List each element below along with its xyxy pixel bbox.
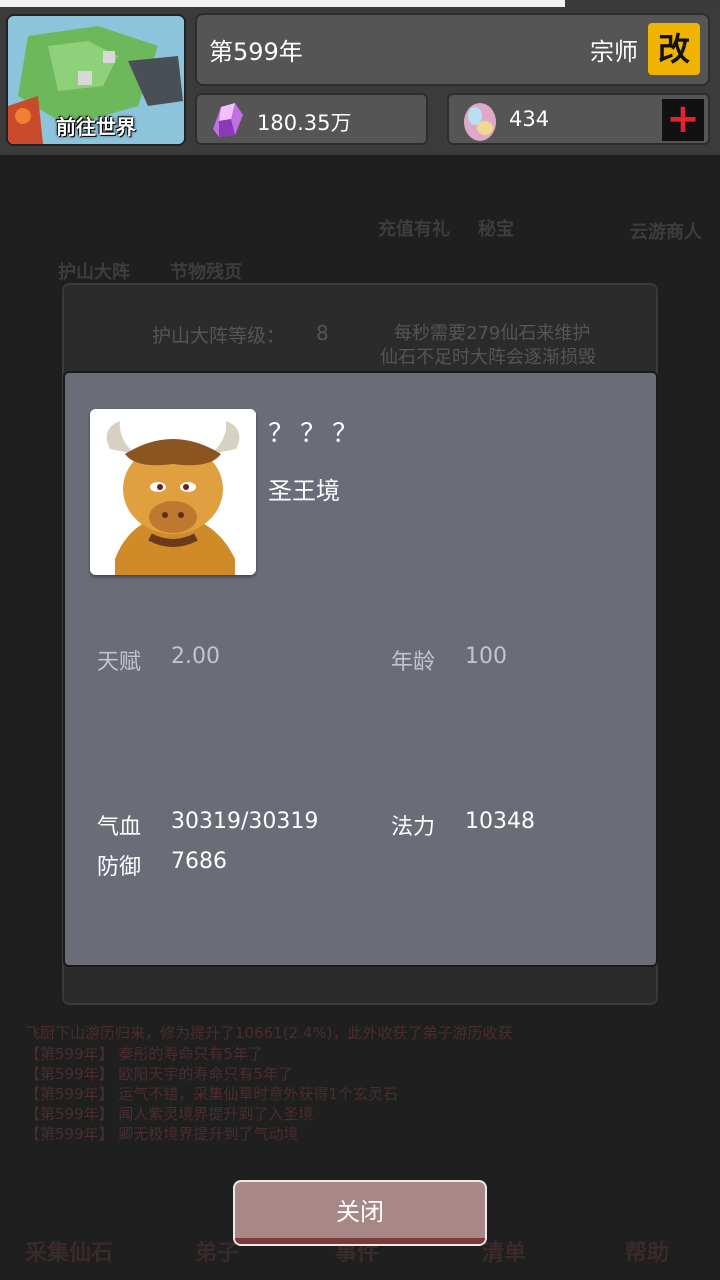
close-button-label: 关闭 — [336, 1198, 384, 1226]
character-info-dialog: ？？？ 圣王境 天赋 2.00 年龄 100 气血 30319/30319 法力… — [63, 371, 658, 967]
year-text: 第599年 — [209, 38, 303, 66]
close-button-shade — [235, 1238, 485, 1244]
bg-formation-level-value: 8 — [316, 321, 329, 345]
year-bar: 第599年 宗师 改 — [195, 13, 710, 86]
hp-label: 气血 — [97, 815, 142, 840]
close-button[interactable]: 关闭 — [233, 1180, 487, 1246]
go-to-world-button[interactable]: 前往世界 — [6, 14, 186, 146]
crystal-icon — [213, 103, 243, 137]
mana-label: 法力 — [391, 815, 436, 840]
go-to-world-label: 前往世界 — [56, 115, 136, 139]
bg-log-line: 【第599年】 卿无极境界提升到了气动境 — [25, 1125, 299, 1143]
bg-log-line: 【第599年】 闻人紫灵境界提升到了入圣境 — [25, 1105, 314, 1123]
talent-value: 2.00 — [171, 644, 220, 669]
bg-log-line: 飞厨下山游历归来，修为提升了10661(2.4%)，此外收获了弟子游历收获 — [25, 1024, 513, 1042]
status-strip-fill — [0, 0, 565, 7]
bg-log-line: 【第599年】 欧阳天宇的寿命只有5年了 — [25, 1065, 293, 1083]
sect-rank: 宗师 — [590, 38, 638, 66]
rename-button[interactable]: 改 — [648, 23, 700, 75]
character-portrait — [90, 409, 256, 575]
gem-counter: 434 + — [447, 93, 710, 145]
defense-label: 防御 — [97, 855, 142, 880]
bg-recharge-label: 充值有礼 — [378, 219, 450, 240]
bg-upkeep-line1: 每秒需要279仙石来维护 — [394, 323, 591, 344]
bg-formation-label: 护山大阵 — [58, 262, 130, 283]
hp-value: 30319/30319 — [171, 809, 319, 834]
defense-value: 7686 — [171, 849, 227, 874]
bg-treasure-label: 秘宝 — [478, 219, 514, 240]
bg-log-line: 【第599年】 秦彤的寿命只有5年了 — [25, 1045, 263, 1063]
character-name: ？？？ — [268, 419, 365, 449]
nav-list: 清单 — [482, 1241, 527, 1266]
character-realm: 圣王境 — [268, 477, 340, 505]
nav-gather: 采集仙石 — [25, 1241, 114, 1266]
bull-avatar-icon — [90, 409, 256, 575]
age-label: 年龄 — [391, 650, 436, 675]
spirit-stone-value: 180.35万 — [257, 111, 352, 135]
nav-help: 帮助 — [625, 1241, 670, 1266]
spirit-stone-counter: 180.35万 — [195, 93, 428, 145]
talent-label: 天赋 — [97, 650, 142, 675]
egg-gem-icon — [464, 103, 496, 141]
mana-value: 10348 — [465, 809, 535, 834]
bg-log-line: 【第599年】 运气不错，采集仙草时意外获得1个玄灵石 — [25, 1085, 398, 1103]
bg-formation-level-label: 护山大阵等级： — [152, 325, 286, 347]
bg-fragment-label: 节物残页 — [170, 262, 242, 283]
add-gems-button[interactable]: + — [662, 99, 704, 141]
bg-merchant-label: 云游商人 — [630, 222, 702, 243]
gem-value: 434 — [509, 107, 550, 131]
bg-upkeep-line2: 仙石不足时大阵会逐渐损毁 — [380, 347, 596, 368]
age-value: 100 — [465, 644, 507, 669]
